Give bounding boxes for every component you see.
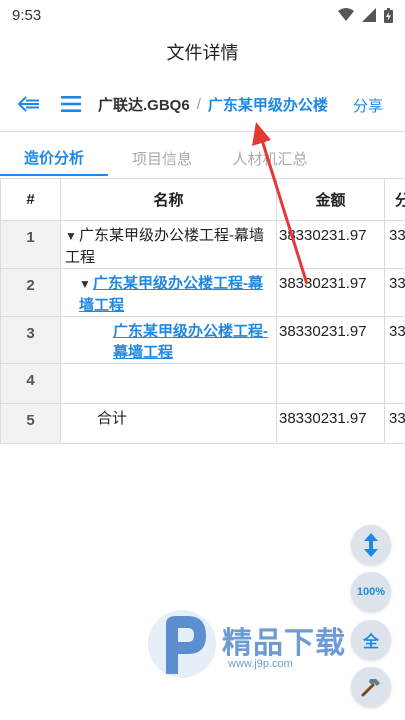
row-name: 广东某甲级办公楼工程-幕墙工程 <box>65 227 264 266</box>
row-extra: 33 <box>384 316 405 364</box>
breadcrumb-root[interactable]: 广联达.GBQ6 <box>98 94 190 115</box>
column-header-extra[interactable]: 分 <box>384 178 405 221</box>
vertical-arrows-icon <box>364 533 378 557</box>
table-row[interactable]: 3 广东某甲级办公楼工程-幕墙工程 38330231.97 33 <box>0 316 405 364</box>
row-name-link[interactable]: 广东某甲级办公楼工程-幕墙工程 <box>79 275 263 314</box>
tab-project-info[interactable]: 项目信息 <box>108 140 216 176</box>
row-extra: 33 <box>384 268 405 317</box>
row-index: 4 <box>0 363 61 404</box>
row-amount: 38330231.97 <box>276 268 385 317</box>
fit-all-button[interactable]: 全 <box>351 620 391 660</box>
wifi-icon <box>338 8 354 21</box>
column-header-amount[interactable]: 金额 <box>276 178 385 221</box>
share-button[interactable]: 分享 <box>353 95 383 116</box>
table-row[interactable]: 5 合计 38330231.97 33 <box>0 403 405 444</box>
row-index: 2 <box>0 268 61 317</box>
tools-button[interactable] <box>351 667 391 707</box>
menu-icon[interactable] <box>58 91 84 117</box>
collapse-arrow-icon[interactable]: ▼ <box>65 226 79 247</box>
watermark: 精品下载 www.j9p.com <box>144 604 374 688</box>
tab-cost-analysis[interactable]: 造价分析 <box>0 140 108 176</box>
cost-table: # 名称 金额 分 1 ▼ 广东某甲级办公楼工程-幕墙工程 38330231.97… <box>0 178 405 444</box>
row-name-cell: 广东某甲级办公楼工程-幕墙工程 <box>60 316 277 364</box>
row-index: 3 <box>0 316 61 364</box>
row-name <box>60 363 277 404</box>
signal-icon <box>362 8 376 22</box>
row-name-cell: ▼ 广东某甲级办公楼工程-幕墙工程 <box>60 220 277 269</box>
breadcrumb-separator: / <box>196 95 201 113</box>
back-icon[interactable] <box>16 91 42 117</box>
table-row[interactable]: 4 <box>0 363 405 404</box>
row-index: 5 <box>0 403 61 444</box>
hammer-icon <box>361 679 380 697</box>
watermark-url: www.j9p.com <box>228 658 293 670</box>
row-name: 合计 <box>60 403 277 444</box>
path-bar: 广联达.GBQ6 / 广东某甲级办公楼 分享 <box>0 84 405 124</box>
collapse-arrow-icon[interactable]: ▼ <box>79 274 93 295</box>
header-divider <box>0 131 405 132</box>
status-time: 9:53 <box>12 6 42 24</box>
column-header-name[interactable]: 名称 <box>60 178 277 221</box>
row-name-cell: ▼ 广东某甲级办公楼工程-幕墙工程 <box>60 268 277 317</box>
row-extra <box>384 363 405 404</box>
row-amount: 38330231.97 <box>276 220 385 269</box>
row-index: 1 <box>0 220 61 269</box>
cost-table-container[interactable]: # 名称 金额 分 1 ▼ 广东某甲级办公楼工程-幕墙工程 38330231.97… <box>0 178 405 444</box>
zoom-level-button[interactable]: 100% <box>351 572 391 612</box>
table-row[interactable]: 2 ▼ 广东某甲级办公楼工程-幕墙工程 38330231.97 33 <box>0 268 405 317</box>
tab-labor-material-summary[interactable]: 人材机汇总 <box>216 140 324 176</box>
row-amount: 38330231.97 <box>276 316 385 364</box>
status-bar: 9:53 <box>0 0 405 30</box>
page-title-bar: 文件详情 <box>0 30 405 74</box>
vertical-expand-button[interactable] <box>351 525 391 565</box>
row-amount: 38330231.97 <box>276 403 385 444</box>
page-title: 文件详情 <box>166 43 239 63</box>
row-extra: 33 <box>384 403 405 444</box>
status-icons <box>338 7 393 23</box>
battery-icon <box>384 7 393 23</box>
table-header-row: # 名称 金额 分 <box>0 178 405 221</box>
tab-bar: 造价分析 项目信息 人材机汇总 <box>0 140 405 176</box>
row-name-link[interactable]: 广东某甲级办公楼工程-幕墙工程 <box>113 323 268 361</box>
breadcrumb-current[interactable]: 广东某甲级办公楼 <box>208 94 328 115</box>
watermark-text: 精品下载 <box>222 627 346 660</box>
table-row[interactable]: 1 ▼ 广东某甲级办公楼工程-幕墙工程 38330231.97 33 <box>0 220 405 269</box>
column-header-index[interactable]: # <box>0 178 61 221</box>
watermark-logo-icon <box>148 610 216 678</box>
row-extra: 33 <box>384 220 405 269</box>
row-amount <box>276 363 385 404</box>
breadcrumb: 广联达.GBQ6 / 广东某甲级办公楼 <box>98 94 330 115</box>
